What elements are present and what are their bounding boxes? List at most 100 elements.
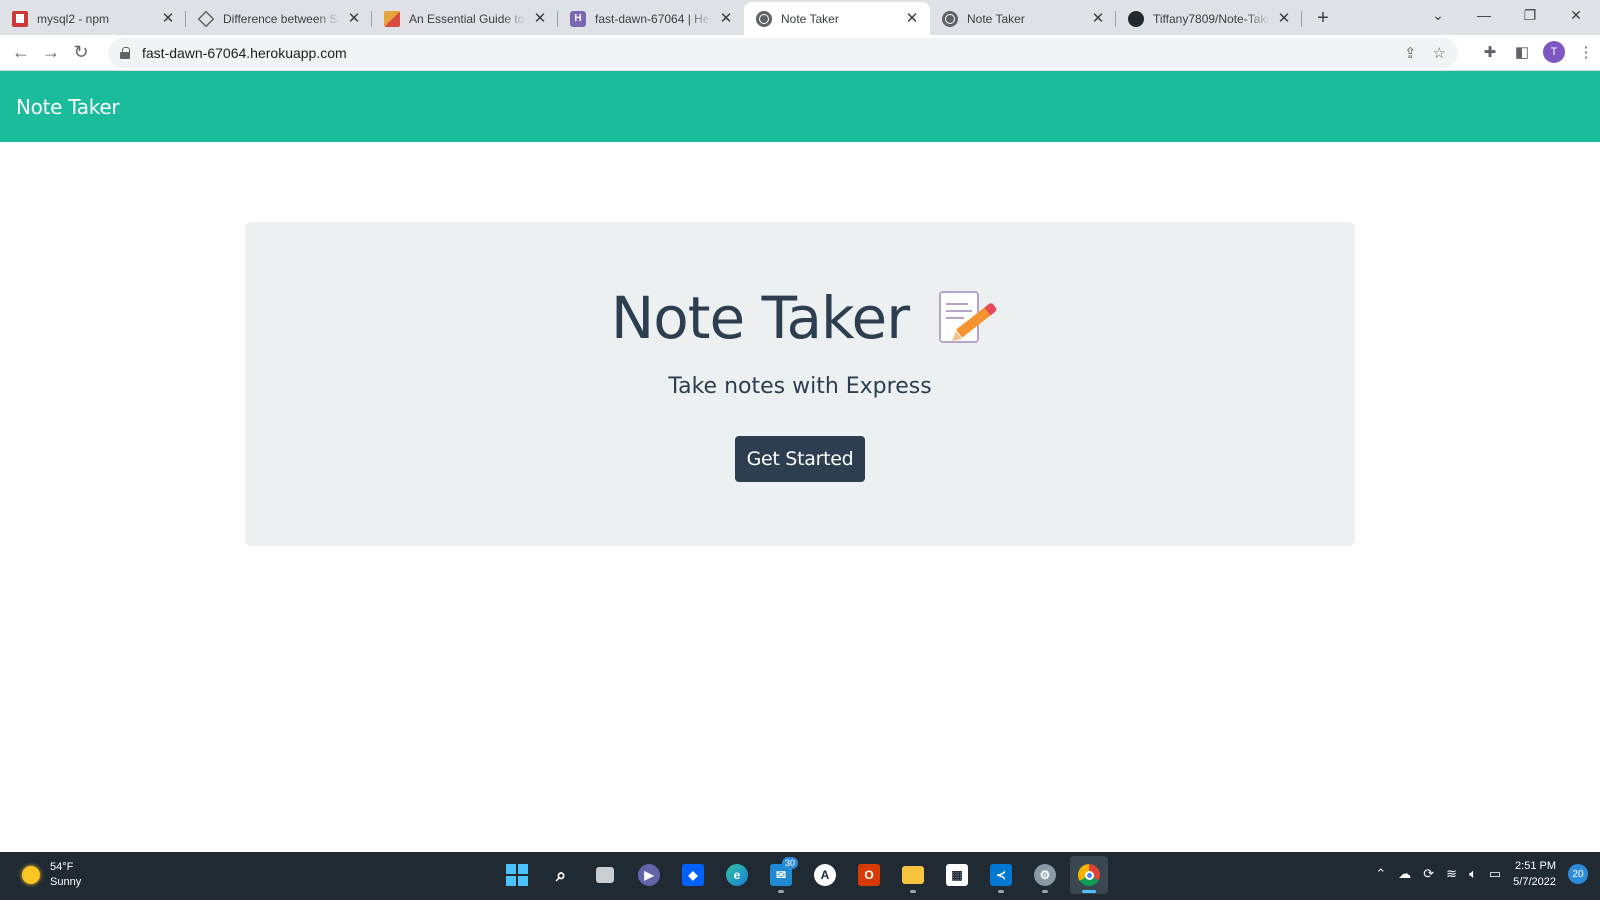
- app-circle-button[interactable]: A: [806, 856, 844, 894]
- mail-button[interactable]: ✉ 30: [762, 856, 800, 894]
- npm-icon: [12, 10, 28, 27]
- task-view-button[interactable]: [586, 856, 624, 894]
- office-icon: O: [858, 864, 880, 886]
- globe-icon: [942, 10, 958, 27]
- sun-icon: [22, 866, 40, 884]
- system-tray: ⌃ ☁ ⟳ ≋ 🔈︎ ▭ 2:51 PM 5/7/2022 20: [1375, 858, 1588, 890]
- tab-essential-guide[interactable]: An Essential Guide to M ✕: [372, 2, 558, 35]
- clock-time: 2:51 PM: [1515, 860, 1556, 872]
- address-bar[interactable]: fast-dawn-67064.herokuapp.com ⇪ ☆: [108, 38, 1458, 68]
- heroku-icon: H: [570, 10, 586, 27]
- bookmark-star-icon[interactable]: ☆: [1433, 44, 1446, 62]
- vscode-icon: ≺: [990, 864, 1012, 886]
- site-navbar: Note Taker: [0, 71, 1600, 142]
- reload-icon[interactable]: ↻: [66, 38, 96, 68]
- search-button[interactable]: ⌕: [542, 856, 580, 894]
- forward-icon[interactable]: →: [36, 38, 66, 68]
- diamond-icon: [197, 10, 215, 27]
- chevron-up-icon[interactable]: ⌃: [1375, 866, 1386, 882]
- clock-date: 5/7/2022: [1513, 876, 1556, 888]
- page-title: Note Taker: [610, 284, 910, 352]
- folder-icon: [902, 866, 924, 884]
- wifi-icon[interactable]: ≋: [1446, 866, 1457, 882]
- menu-kebab-icon[interactable]: ⋮: [1572, 38, 1600, 66]
- get-started-button[interactable]: Get Started: [735, 436, 865, 482]
- vscode-button[interactable]: ≺: [982, 856, 1020, 894]
- battery-icon[interactable]: ▭: [1489, 866, 1501, 882]
- mail-count-badge: 30: [781, 857, 798, 869]
- close-icon[interactable]: ✕: [1276, 10, 1292, 27]
- minimize-icon[interactable]: —: [1462, 0, 1506, 30]
- tab-github[interactable]: Tiffany7809/Note-Take ✕: [1116, 2, 1302, 35]
- globe-icon: [756, 10, 772, 27]
- store-bag-icon: ▦: [946, 864, 968, 886]
- profile-avatar[interactable]: T: [1540, 38, 1568, 66]
- extensions-puzzle-icon[interactable]: ✚: [1476, 38, 1504, 66]
- hero-heading: Note Taker: [245, 284, 1355, 352]
- back-icon[interactable]: ←: [6, 38, 36, 68]
- file-explorer-button[interactable]: [894, 856, 932, 894]
- restore-icon[interactable]: ❐: [1508, 0, 1552, 30]
- edge-icon: e: [726, 864, 748, 886]
- hero-subtitle: Take notes with Express: [668, 374, 932, 399]
- close-icon[interactable]: ✕: [160, 10, 176, 27]
- lock-icon[interactable]: [120, 47, 130, 59]
- close-window-icon[interactable]: ✕: [1554, 0, 1598, 30]
- tab-title: Note Taker: [967, 11, 1025, 26]
- settings-button[interactable]: ⚙: [1026, 856, 1064, 894]
- onedrive-cloud-icon[interactable]: ☁: [1398, 866, 1411, 882]
- close-icon[interactable]: ✕: [532, 10, 548, 27]
- dropbox-icon: ◆: [682, 864, 704, 886]
- share-icon[interactable]: ⇪: [1404, 44, 1417, 62]
- close-icon[interactable]: ✕: [904, 10, 920, 27]
- tab-title: An Essential Guide to M: [409, 11, 526, 26]
- tab-heroku[interactable]: H fast-dawn-67064 | Hero ✕: [558, 2, 744, 35]
- gear-icon: ⚙: [1034, 864, 1056, 886]
- tab-title: Tiffany7809/Note-Take: [1153, 11, 1270, 26]
- tab-separator: [1301, 11, 1302, 27]
- navbar-brand-link[interactable]: Note Taker: [16, 95, 120, 119]
- os-taskbar: 54°F Sunny ⌕ ▶ ◆ e ✉ 30 A O ▦ ≺ ⚙ ⌃ ☁ ⟳ …: [0, 852, 1600, 900]
- avatar: T: [1543, 41, 1565, 63]
- app-logo-icon: A: [814, 864, 836, 886]
- volume-icon[interactable]: 🔈︎: [1469, 866, 1477, 882]
- tab-note-taker-active[interactable]: Note Taker ✕: [744, 2, 930, 35]
- github-icon: [1128, 10, 1144, 27]
- tab-mysql2-npm[interactable]: mysql2 - npm ✕: [0, 2, 186, 35]
- hero-jumbotron: Note Taker Take notes with Express Get S…: [245, 222, 1355, 546]
- memo-pencil-icon: [937, 289, 993, 347]
- chrome-icon: [1078, 864, 1100, 886]
- windows-logo-icon: [506, 864, 528, 886]
- clock[interactable]: 2:51 PM 5/7/2022: [1513, 858, 1556, 890]
- tab-title: mysql2 - npm: [37, 11, 110, 26]
- chat-camera-icon: ▶: [638, 864, 660, 886]
- close-icon[interactable]: ✕: [346, 10, 362, 27]
- tab-difference-between[interactable]: Difference between Sch ✕: [186, 2, 372, 35]
- side-panel-icon[interactable]: ◧: [1508, 38, 1536, 66]
- chrome-button[interactable]: [1070, 856, 1108, 894]
- office-button[interactable]: O: [850, 856, 888, 894]
- sync-icon[interactable]: ⟳: [1423, 866, 1434, 882]
- url-text[interactable]: fast-dawn-67064.herokuapp.com: [142, 45, 347, 61]
- weather-condition: Sunny: [50, 876, 82, 888]
- tab-title: Note Taker: [781, 11, 839, 26]
- dropbox-button[interactable]: ◆: [674, 856, 712, 894]
- teams-chat-button[interactable]: ▶: [630, 856, 668, 894]
- tab-search-icon[interactable]: ⌄: [1416, 0, 1460, 30]
- tab-note-taker[interactable]: Note Taker ✕: [930, 2, 1116, 35]
- task-view-icon: [596, 867, 614, 883]
- start-button[interactable]: [498, 856, 536, 894]
- store-button[interactable]: ▦: [938, 856, 976, 894]
- weather-widget[interactable]: 54°F Sunny: [22, 860, 81, 890]
- close-icon[interactable]: ✕: [718, 10, 734, 27]
- new-tab-button[interactable]: +: [1308, 2, 1338, 35]
- close-icon[interactable]: ✕: [1090, 10, 1106, 27]
- tab-title: Difference between Sch: [223, 11, 340, 26]
- weather-temp: 54°F: [50, 861, 74, 873]
- notification-count-badge[interactable]: 20: [1568, 864, 1588, 884]
- edge-button[interactable]: e: [718, 856, 756, 894]
- tab-title: fast-dawn-67064 | Hero: [595, 11, 712, 26]
- search-icon: ⌕: [555, 864, 567, 885]
- browser-toolbar: ← → ↻ fast-dawn-67064.herokuapp.com ⇪ ☆ …: [0, 35, 1600, 71]
- browser-tab-strip: mysql2 - npm ✕ Difference between Sch ✕ …: [0, 0, 1600, 35]
